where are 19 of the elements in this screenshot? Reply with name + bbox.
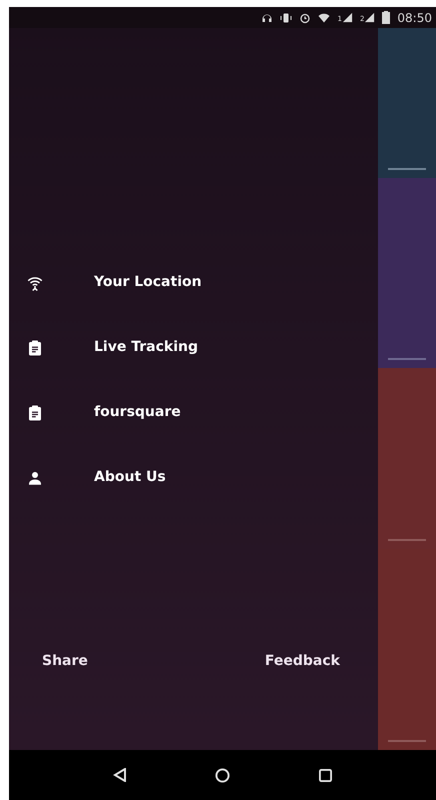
headphones-icon (261, 12, 274, 24)
clipboard-icon (26, 404, 44, 422)
drawer-item[interactable]: About Us (9, 447, 378, 512)
signal-icon (342, 12, 353, 23)
signal-icon (364, 12, 376, 23)
home-icon[interactable] (215, 768, 230, 782)
drawer-item[interactable]: foursquare (9, 382, 378, 447)
share-button[interactable]: Share (42, 651, 88, 672)
vibrate-icon (280, 12, 292, 24)
wifi-icon (318, 12, 330, 24)
recents-icon[interactable] (318, 768, 332, 782)
back-icon[interactable] (113, 768, 128, 782)
battery-icon (382, 11, 390, 24)
clock-time: 08:50 (397, 12, 432, 24)
clipboard-icon (26, 338, 44, 356)
feedback-button[interactable]: Feedback (264, 651, 340, 672)
alarm-icon (299, 12, 312, 24)
drawer-item[interactable]: Live Tracking (9, 317, 378, 382)
drawer-item[interactable]: Your Location (9, 252, 378, 317)
